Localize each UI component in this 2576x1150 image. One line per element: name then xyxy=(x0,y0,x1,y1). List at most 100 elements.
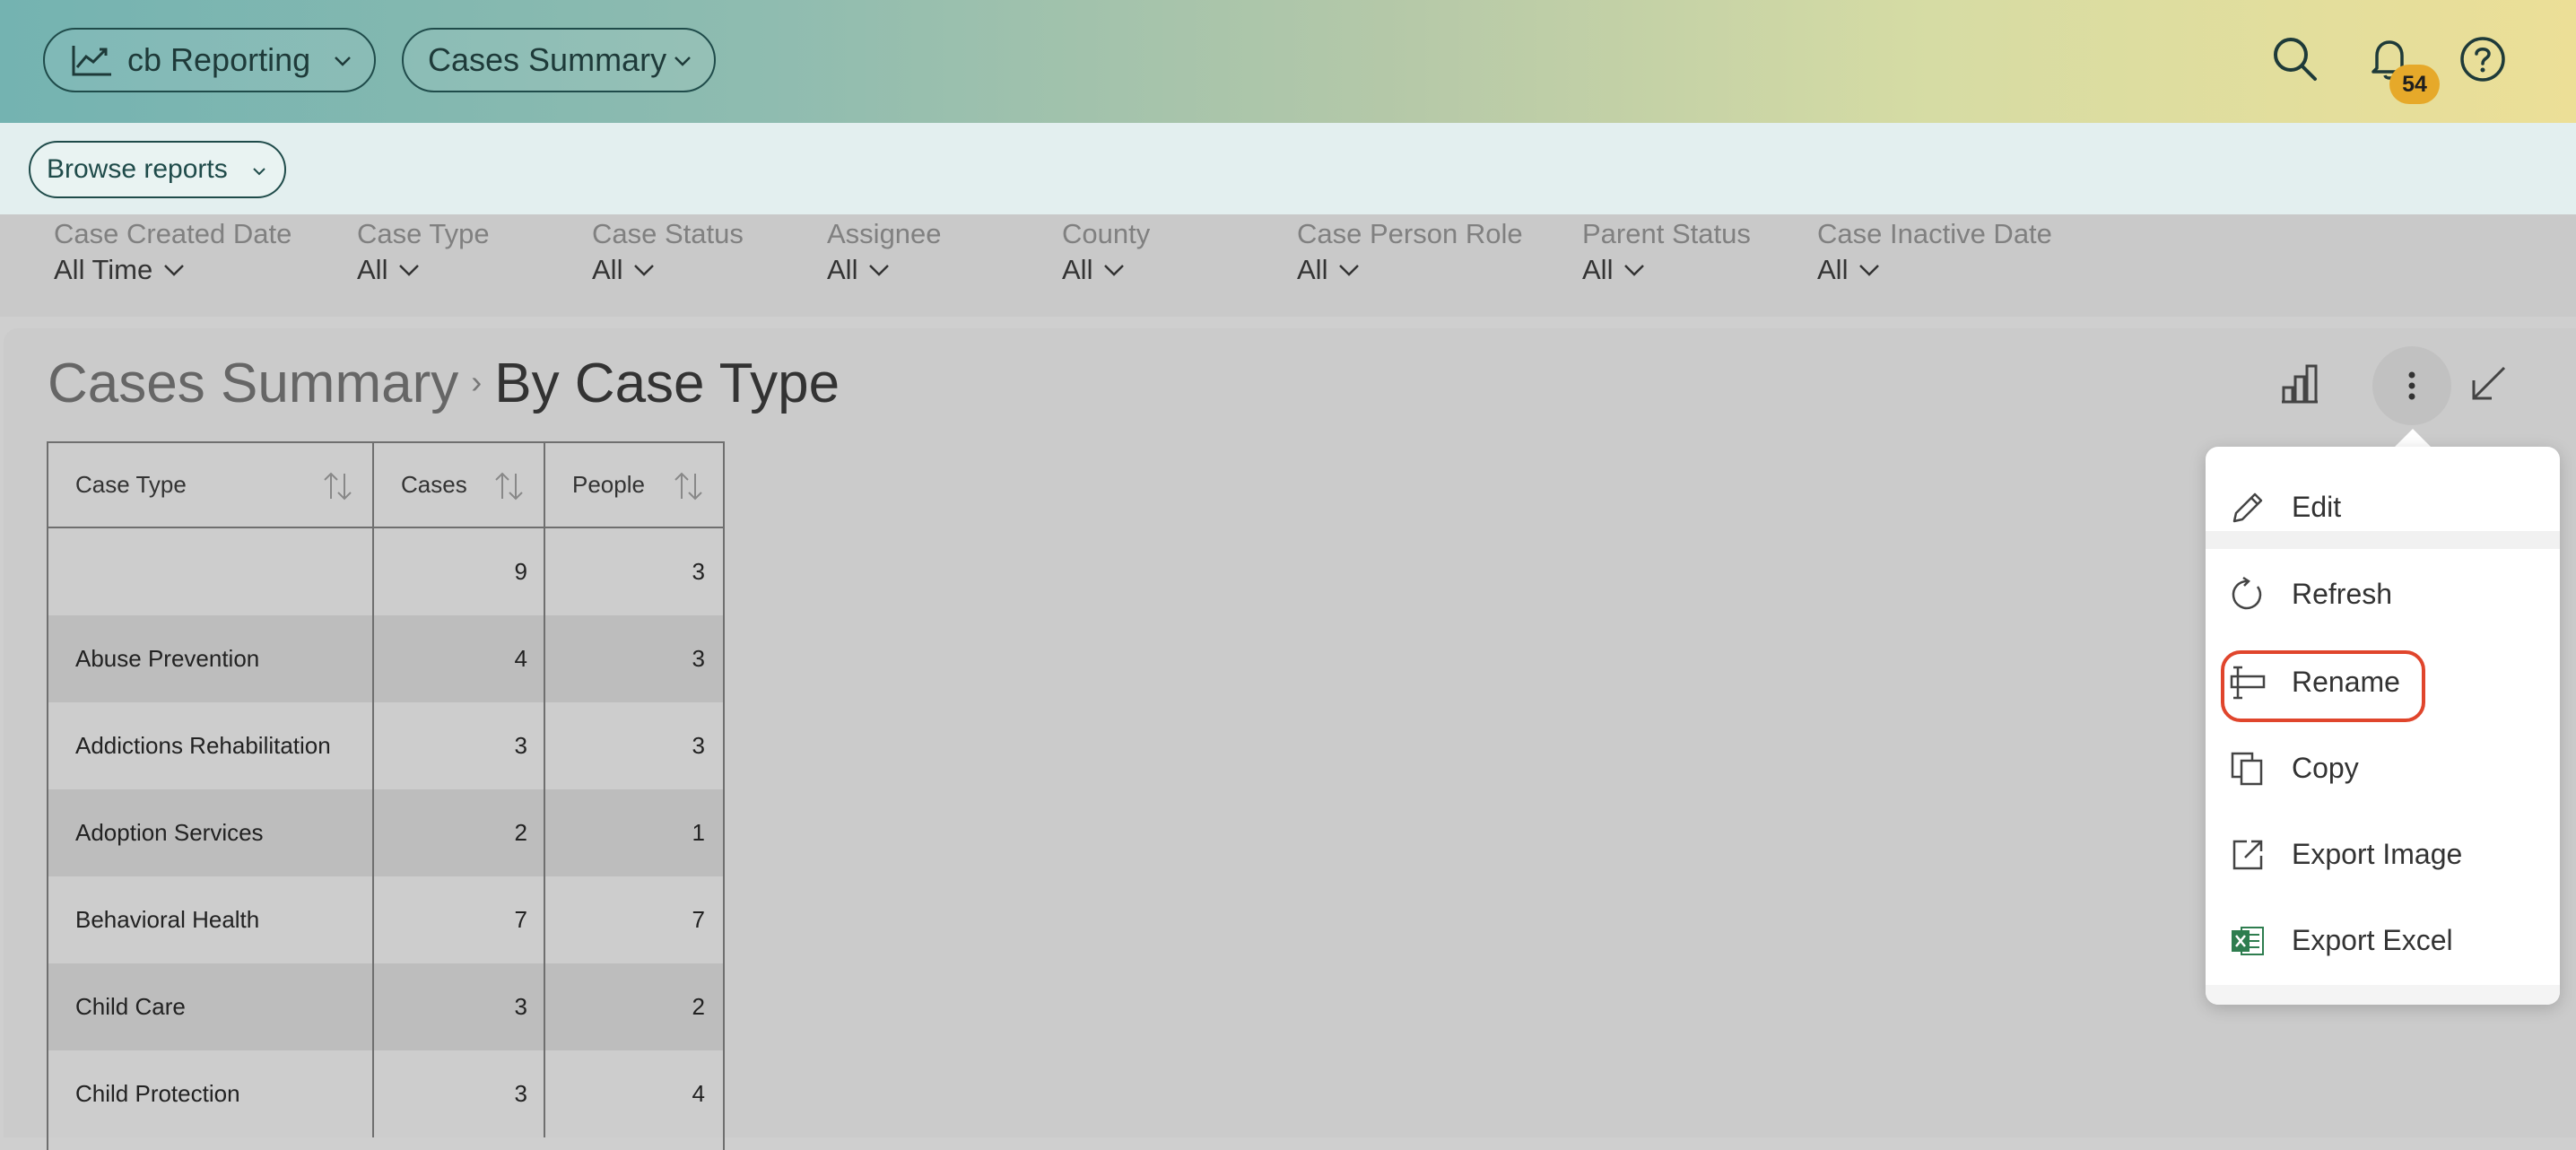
menu-item-label: Rename xyxy=(2292,665,2400,698)
cell-cases: 4 xyxy=(374,615,545,702)
cell-case-type: Addictions Rehabilitation xyxy=(48,702,374,789)
filter-value: All xyxy=(827,254,858,285)
cell-people: 4 xyxy=(692,1080,705,1107)
cell-cases: 3 xyxy=(374,963,545,1050)
filter-label: Case Status xyxy=(592,218,744,249)
report-switcher-button[interactable]: Cases Summary xyxy=(402,28,716,92)
chevron-down-icon xyxy=(869,265,890,276)
chevron-down-icon xyxy=(164,265,185,276)
table-row[interactable]: Adoption Services 2 1 xyxy=(48,789,723,876)
cell-case-type: Abuse Prevention xyxy=(48,615,374,702)
cell-people: 3 xyxy=(692,732,705,759)
filter-value: All Time xyxy=(54,254,153,285)
menu-item-export-excel[interactable]: Export Excel xyxy=(2206,904,2560,976)
browse-reports-button[interactable]: Browse reports xyxy=(29,141,286,198)
breadcrumb-parent[interactable]: Cases Summary xyxy=(48,352,458,415)
pencil-icon xyxy=(2232,492,2263,523)
report-panel: Cases Summary › By Case Type Case Type C… xyxy=(4,328,2576,1150)
filter-bar: Case Created Date All Time Case Type All… xyxy=(0,214,2576,317)
table-header: Case Type Cases People xyxy=(48,443,723,528)
column-header-people[interactable]: People xyxy=(545,443,723,527)
filter-value: All xyxy=(357,254,388,285)
filter-label: Assignee xyxy=(827,218,942,249)
filter-value: All xyxy=(592,254,623,285)
chevron-down-icon xyxy=(634,265,655,276)
filter-value: All xyxy=(1062,254,1093,285)
chevron-down-icon xyxy=(674,57,691,66)
menu-item-copy[interactable]: Copy xyxy=(2206,732,2560,804)
menu-item-label: Refresh xyxy=(2292,577,2393,610)
menu-item-label: Export Excel xyxy=(2292,923,2453,956)
cell-cases: 3 xyxy=(374,702,545,789)
cell-case-type: Child Protection xyxy=(48,1050,374,1137)
filter-label: County xyxy=(1062,218,1151,249)
column-header-case-type[interactable]: Case Type xyxy=(48,443,374,527)
filter-label: Parent Status xyxy=(1582,218,1751,249)
help-icon[interactable] xyxy=(2458,34,2508,84)
table-row[interactable]: Addictions Rehabilitation 3 3 xyxy=(48,702,723,789)
sort-icon[interactable] xyxy=(492,468,527,504)
copy-icon xyxy=(2231,752,2263,786)
cell-cases: 9 xyxy=(374,528,545,615)
data-table: Case Type Cases People 9 3 Abuse Prevent… xyxy=(47,441,725,1150)
filter-value: All xyxy=(1297,254,1328,285)
filter-label: Case Inactive Date xyxy=(1817,218,2052,249)
report-switcher-label: Cases Summary xyxy=(428,41,667,78)
menu-item-rename[interactable]: Rename xyxy=(2206,646,2560,718)
chevron-down-icon xyxy=(253,168,265,176)
cell-case-type: Adoption Services xyxy=(48,789,374,876)
table-row[interactable]: Child Protection 3 4 xyxy=(48,1050,723,1137)
export-image-icon xyxy=(2232,840,2263,870)
top-bar: cb Reporting Cases Summary 54 xyxy=(0,0,2576,123)
browse-bar: Browse reports xyxy=(0,123,2576,214)
search-icon[interactable] xyxy=(2270,34,2320,84)
chevron-down-icon xyxy=(335,57,351,66)
chevron-down-icon xyxy=(399,265,420,276)
cell-case-type: Child Care xyxy=(48,963,374,1050)
cell-cases: 7 xyxy=(374,876,545,963)
table-row[interactable]: Child Care 3 2 xyxy=(48,963,723,1050)
cell-case-type: Behavioral Health xyxy=(48,876,374,963)
breadcrumb: Cases Summary › By Case Type xyxy=(48,352,840,415)
more-options-button[interactable] xyxy=(2372,346,2451,425)
bar-chart-icon[interactable] xyxy=(2275,359,2325,409)
app-switcher-button[interactable]: cb Reporting xyxy=(43,28,376,92)
column-header-cases[interactable]: Cases xyxy=(374,443,545,527)
cell-people: 2 xyxy=(692,993,705,1020)
cell-people: 3 xyxy=(692,558,705,585)
cell-people: 1 xyxy=(692,819,705,846)
menu-item-label: Copy xyxy=(2292,751,2359,784)
collapse-arrow-icon[interactable] xyxy=(2463,359,2513,409)
column-header-label: People xyxy=(572,471,645,498)
sort-icon[interactable] xyxy=(671,468,707,504)
chevron-down-icon xyxy=(1104,265,1125,276)
menu-footer xyxy=(2206,985,2560,1005)
excel-icon xyxy=(2232,927,2264,955)
menu-caret xyxy=(2393,429,2432,449)
page-title: By Case Type xyxy=(494,353,840,414)
table-row[interactable]: 9 3 xyxy=(48,528,723,615)
cell-cases: 2 xyxy=(374,789,545,876)
notification-badge: 54 xyxy=(2389,65,2440,104)
column-header-label: Case Type xyxy=(75,471,187,498)
column-header-label: Cases xyxy=(401,471,467,498)
menu-divider xyxy=(2206,531,2560,549)
filter-label: Case Created Date xyxy=(54,218,292,249)
chevron-down-icon xyxy=(1624,265,1645,276)
table-row[interactable]: Abuse Prevention 4 3 xyxy=(48,615,723,702)
browse-reports-label: Browse reports xyxy=(47,154,228,184)
table-body: 9 3 Abuse Prevention 4 3 Addictions Reha… xyxy=(48,528,723,1137)
filter-label: Case Type xyxy=(357,218,490,249)
table-row[interactable]: Behavioral Health 7 7 xyxy=(48,876,723,963)
sort-icon[interactable] xyxy=(320,468,356,504)
filter-value: All xyxy=(1817,254,1849,285)
menu-item-label: Export Image xyxy=(2292,837,2463,870)
refresh-icon xyxy=(2232,576,2262,610)
app-switcher-label: cb Reporting xyxy=(127,41,311,78)
menu-item-refresh[interactable]: Refresh xyxy=(2206,558,2560,630)
cell-case-type xyxy=(48,528,374,615)
menu-item-export-image[interactable]: Export Image xyxy=(2206,818,2560,890)
rename-icon xyxy=(2230,666,2266,700)
cell-people: 3 xyxy=(692,645,705,672)
cell-people: 7 xyxy=(692,906,705,933)
